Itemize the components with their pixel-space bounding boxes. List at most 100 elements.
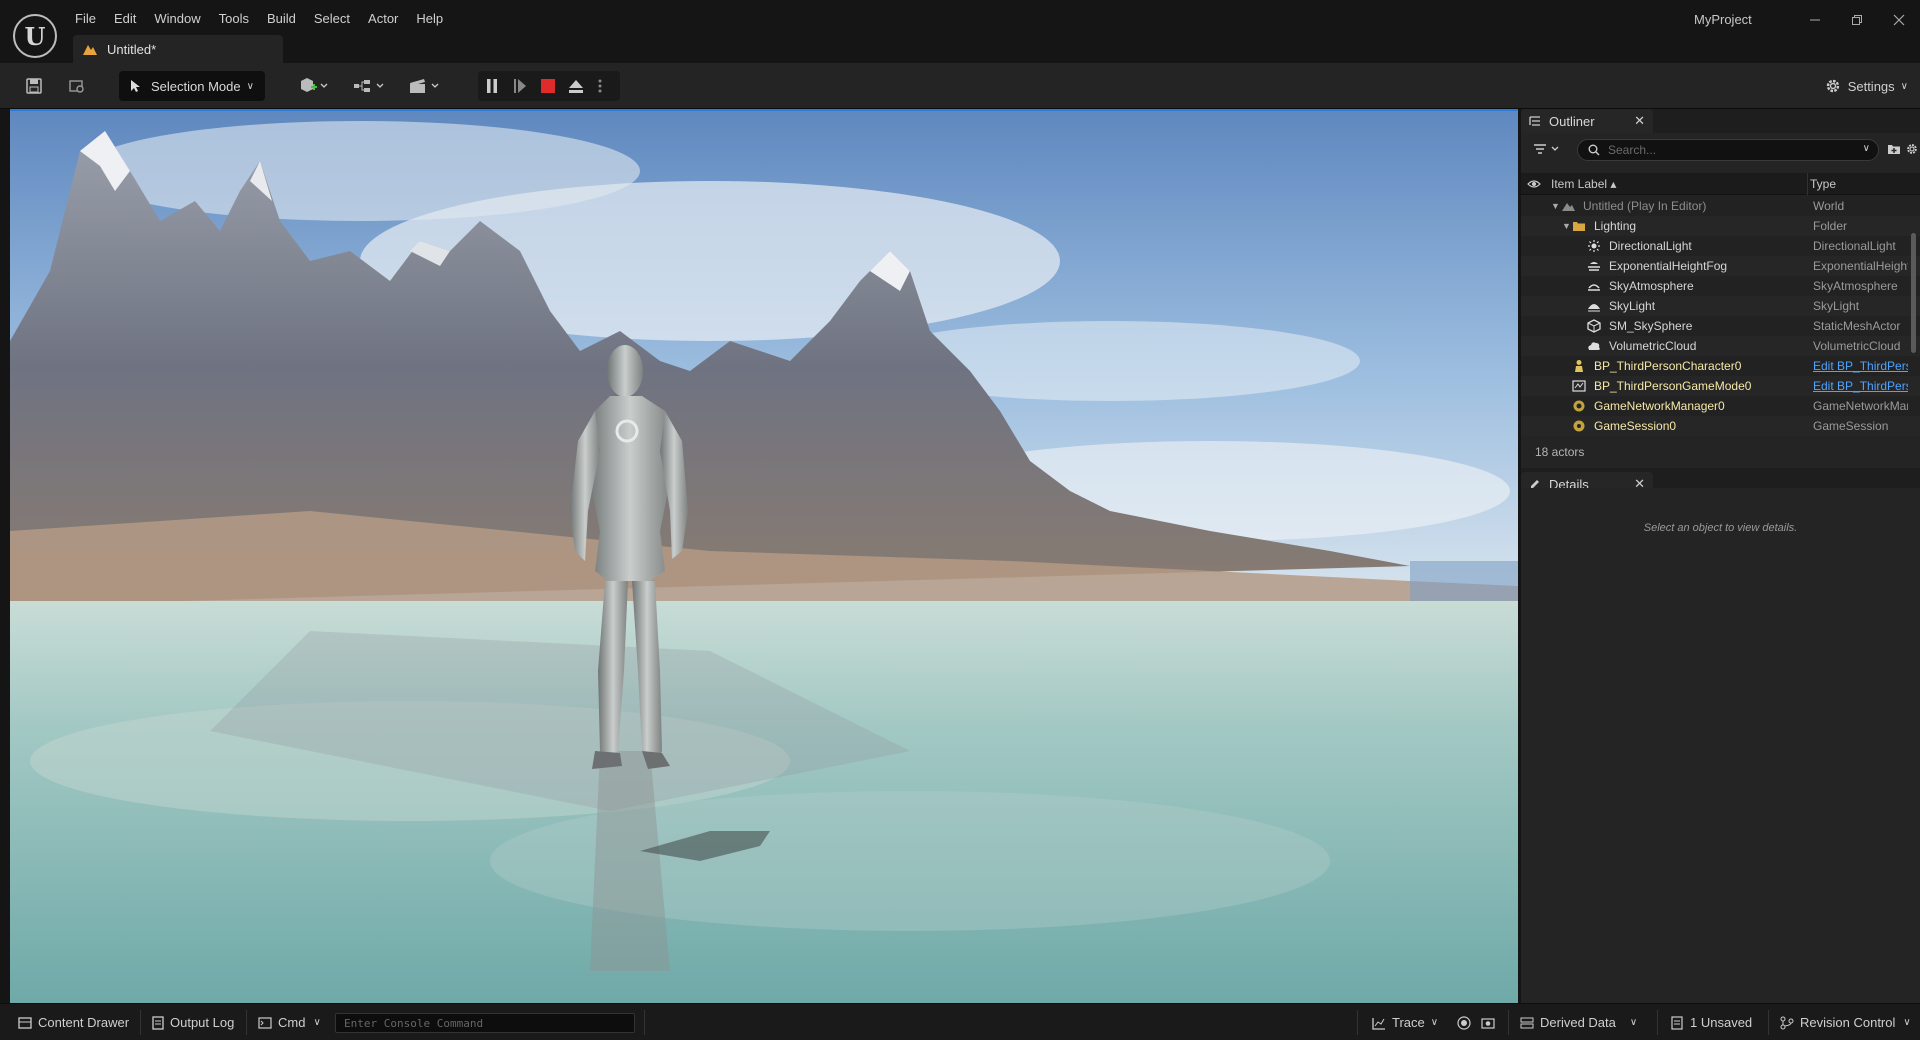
outliner-item-type[interactable]: Edit BP_ThirdPersonCharacter [1813, 359, 1908, 373]
minimize-icon [1810, 19, 1820, 21]
main-toolbar: Selection Mode ∨ Settings ∨ [0, 63, 1920, 109]
unreal-logo-icon[interactable]: U [13, 14, 57, 58]
step-icon [514, 79, 526, 93]
outliner-row[interactable]: SkyLight SkyLight [1521, 296, 1920, 316]
settings-label: Settings [1847, 78, 1895, 94]
outliner-toolbar: Search... ∨ [1521, 133, 1920, 167]
outliner-item-label: VolumetricCloud [1609, 339, 1697, 353]
outliner-tab[interactable]: Outliner ✕ [1521, 109, 1653, 133]
menu-actor[interactable]: Actor [359, 8, 407, 30]
add-folder-button[interactable] [1887, 142, 1901, 159]
outliner-row[interactable]: ▼ Untitled (Play In Editor) World [1521, 196, 1920, 216]
play-options-button[interactable] [590, 71, 610, 101]
outliner-row[interactable]: SM_SkySphere StaticMeshActor [1521, 316, 1920, 336]
outliner-settings-button[interactable] [1905, 142, 1919, 159]
outliner-row[interactable]: DirectionalLight DirectionalLight [1521, 236, 1920, 256]
close-window-button[interactable] [1878, 0, 1920, 40]
outliner-search-input[interactable]: Search... ∨ [1577, 139, 1879, 161]
derived-data-dropdown[interactable]: Derived Data ∨ [1520, 1004, 1637, 1040]
settings-button[interactable]: Settings ∨ [1824, 71, 1908, 101]
close-outliner-icon[interactable]: ✕ [1634, 113, 1645, 129]
outliner-item-type[interactable]: Edit BP_ThirdPersonGameMode [1813, 379, 1908, 393]
unsaved-button[interactable]: 1 Unsaved [1670, 1004, 1752, 1040]
chevron-down-icon[interactable]: ∨ [1863, 143, 1870, 154]
menu-select[interactable]: Select [305, 8, 359, 30]
stop-button[interactable] [534, 71, 562, 101]
menu-tools[interactable]: Tools [210, 8, 258, 30]
level-icon [83, 45, 97, 55]
outliner-row[interactable]: GameSession0 GameSession [1521, 416, 1920, 436]
outliner-title: Outliner [1549, 113, 1595, 129]
column-type[interactable]: Type [1810, 177, 1836, 191]
menu-file[interactable]: File [66, 8, 105, 30]
fog-icon [1588, 262, 1600, 271]
outliner-item-label: GameSession0 [1594, 419, 1677, 433]
content-drawer-button[interactable]: Content Drawer [18, 1004, 129, 1040]
outliner-row[interactable]: GameNetworkManager0 GameNetworkManager [1521, 396, 1920, 416]
outliner-row[interactable]: BP_ThirdPersonGameMode0 Edit BP_ThirdPers… [1521, 376, 1920, 396]
outliner-row[interactable]: SkyAtmosphere SkyAtmosphere [1521, 276, 1920, 296]
output-log-button[interactable]: Output Log [152, 1004, 234, 1040]
skylight-icon [1588, 304, 1600, 312]
browse-button[interactable] [65, 71, 89, 101]
record-trace-button[interactable] [1457, 1004, 1477, 1040]
blueprint-button[interactable] [351, 71, 389, 101]
cloud-icon [1588, 342, 1600, 350]
chevron-down-icon: ∨ [1900, 80, 1908, 92]
details-panel: Select an object to view details. [1521, 488, 1920, 1003]
outliner-item-label: Lighting [1594, 219, 1637, 233]
save-button[interactable] [22, 71, 46, 101]
cmd-dropdown[interactable]: Cmd ∨ [258, 1004, 321, 1040]
log-icon [152, 1015, 164, 1030]
outliner-item-type: World [1813, 199, 1845, 213]
eject-button[interactable] [562, 71, 590, 101]
step-frame-button[interactable] [506, 71, 534, 101]
outliner-row[interactable]: BP_ThirdPersonCharacter0 Edit BP_ThirdPer… [1521, 356, 1920, 376]
outliner-row[interactable]: ▼ Lighting Folder [1521, 216, 1920, 236]
trace-dropdown[interactable]: Trace ∨ [1372, 1004, 1438, 1040]
outliner-item-label: DirectionalLight [1609, 239, 1692, 253]
expand-arrow-icon[interactable]: ▼ [1551, 201, 1560, 211]
console-command-input[interactable]: Enter Console Command [335, 1013, 635, 1033]
eject-icon [569, 80, 583, 93]
screenshot-button[interactable] [1481, 1004, 1501, 1040]
directional-light-icon [1588, 240, 1600, 252]
expand-arrow-icon[interactable]: ▼ [1562, 221, 1571, 231]
chevron-down-icon: ∨ [313, 1017, 321, 1028]
outliner-item-label: SkyAtmosphere [1609, 279, 1694, 293]
gamemode-icon [1572, 380, 1586, 392]
outliner-item-type: SkyLight [1813, 299, 1860, 313]
outliner-item-label: Untitled (Play In Editor) [1583, 199, 1707, 213]
maximize-button[interactable] [1836, 0, 1878, 40]
gear-icon [1907, 144, 1917, 154]
filter-button[interactable] [1533, 141, 1563, 160]
filter-icon [1534, 144, 1559, 154]
level-viewport[interactable] [10, 109, 1518, 1003]
session-icon [1573, 420, 1585, 432]
revision-control-dropdown[interactable]: Revision Control ∨ [1780, 1004, 1911, 1040]
column-item-label[interactable]: Item Label ▴ [1551, 177, 1616, 191]
outliner-row[interactable]: ExponentialHeightFog ExponentialHeightFog [1521, 256, 1920, 276]
pause-button[interactable] [478, 71, 506, 101]
search-icon [1588, 144, 1600, 156]
menu-edit[interactable]: Edit [105, 8, 145, 30]
outliner-row[interactable]: VolumetricCloud VolumetricCloud [1521, 336, 1920, 356]
outliner-scrollbar[interactable] [1911, 233, 1916, 353]
output-log-label: Output Log [170, 1015, 235, 1030]
minimize-button[interactable] [1794, 0, 1836, 40]
content-drawer-label: Content Drawer [38, 1015, 130, 1030]
outliner-item-label: BP_ThirdPersonGameMode0 [1594, 379, 1752, 393]
menu-window[interactable]: Window [145, 8, 209, 30]
outliner-panel: Search... ∨ Item Label ▴ Type ▼ Untitled … [1521, 133, 1920, 468]
clapperboard-icon [410, 79, 439, 93]
outliner-item-type: GameNetworkManager [1813, 399, 1908, 413]
restore-icon [1852, 15, 1862, 25]
add-actor-button[interactable] [296, 71, 332, 101]
cinematics-button[interactable] [406, 71, 444, 101]
selection-mode-dropdown[interactable]: Selection Mode ∨ [119, 71, 265, 101]
menu-build[interactable]: Build [258, 8, 305, 30]
visibility-eye-icon[interactable] [1527, 178, 1541, 190]
menu-help[interactable]: Help [407, 8, 452, 30]
level-tab[interactable]: Untitled* [73, 35, 283, 63]
terminal-icon [258, 1016, 272, 1029]
